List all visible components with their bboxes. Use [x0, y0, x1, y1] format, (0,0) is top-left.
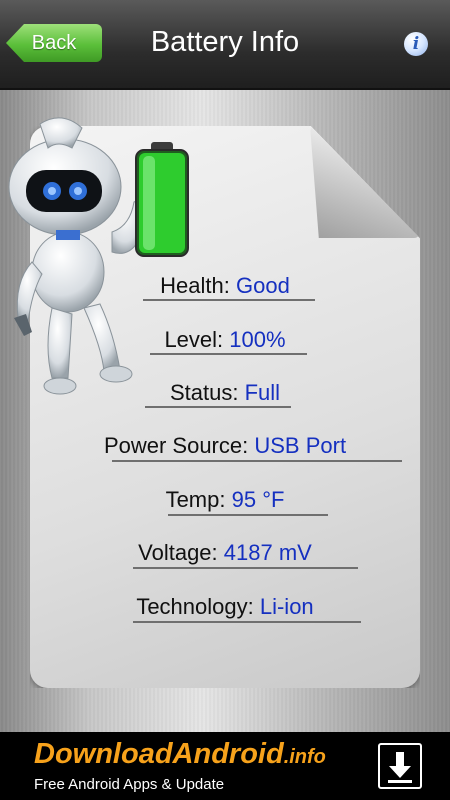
- robot-mascot-icon: [8, 117, 140, 395]
- battery-icon: [135, 142, 189, 257]
- power-source-row: Power Source: USB Port: [0, 433, 450, 459]
- voltage-label: Voltage:: [138, 540, 218, 565]
- divider: [150, 353, 307, 355]
- power-source-label: Power Source:: [103, 433, 249, 458]
- divider: [145, 406, 291, 408]
- status-row: Status: Full: [0, 380, 450, 406]
- voltage-value: 4187 mV: [223, 540, 312, 565]
- divider: [168, 514, 328, 516]
- page-title: Battery Info: [150, 26, 300, 58]
- ad-subtitle: Free Android Apps & Update: [34, 776, 225, 793]
- download-icon[interactable]: [378, 743, 422, 789]
- divider: [133, 621, 361, 623]
- temp-label: Temp:: [165, 487, 226, 512]
- power-source-value: USB Port: [254, 433, 347, 458]
- voltage-row: Voltage: 4187 mV: [0, 540, 450, 566]
- technology-value: Li-ion: [259, 594, 314, 619]
- divider: [143, 299, 315, 301]
- back-button[interactable]: Back: [6, 24, 102, 62]
- level-label: Level:: [164, 327, 224, 352]
- temp-value: 95 °F: [231, 487, 285, 512]
- divider: [133, 567, 358, 569]
- card-page-curl: [310, 126, 420, 238]
- status-label: Status:: [169, 380, 239, 405]
- technology-label: Technology:: [136, 594, 254, 619]
- ad-brand: DownloadAndroid.info: [34, 738, 326, 770]
- technology-row: Technology: Li-ion: [0, 594, 450, 620]
- health-row: Health: Good: [0, 273, 450, 299]
- status-value: Full: [244, 380, 281, 405]
- health-value: Good: [236, 273, 290, 298]
- temp-row: Temp: 95 °F: [0, 487, 450, 513]
- level-value: 100%: [229, 327, 286, 352]
- info-icon[interactable]: i: [404, 32, 428, 56]
- health-label: Health:: [160, 273, 230, 298]
- level-row: Level: 100%: [0, 327, 450, 353]
- divider: [112, 460, 402, 462]
- title-bar: Back Battery Info i: [0, 0, 450, 90]
